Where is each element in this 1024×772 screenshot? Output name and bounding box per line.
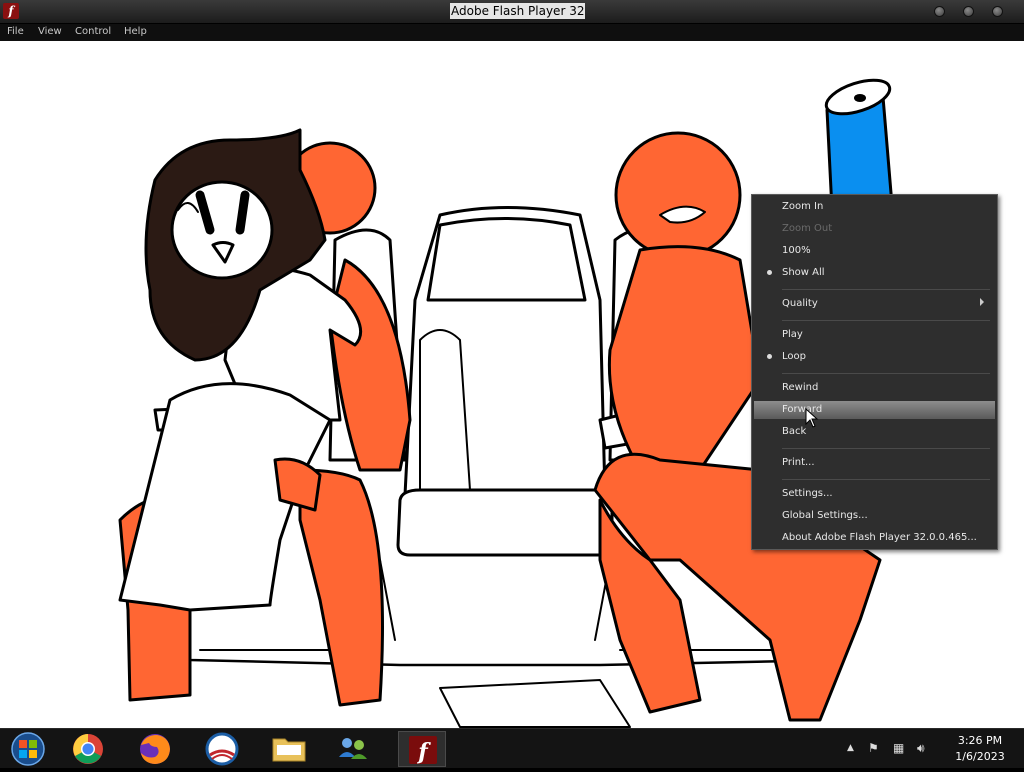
obama-logo-icon[interactable] [198, 731, 246, 767]
clock-date[interactable]: 1/6/2023 [950, 750, 1010, 763]
maximize-button[interactable] [963, 6, 974, 17]
menu-separator [782, 320, 990, 321]
menu-bar: File View Control Help [0, 24, 1024, 41]
menu-item-quality[interactable]: Quality [782, 295, 818, 313]
menu-view[interactable]: View [38, 25, 62, 39]
minimize-button[interactable] [934, 6, 945, 17]
menu-item-settings[interactable]: Settings... [782, 485, 833, 503]
submenu-arrow-icon [980, 298, 984, 306]
menu-item-zoom-in[interactable]: Zoom In [782, 198, 823, 216]
action-center-flag-icon[interactable]: ⚑ [868, 741, 879, 755]
clock-time[interactable]: 3:26 PM [950, 734, 1010, 747]
taskbar: f ▲ ⚑ ▦ 🔊︎ 3:26 PM 1/6/2023 [0, 728, 1024, 768]
menu-control[interactable]: Control [75, 25, 111, 39]
checked-dot-icon [767, 354, 772, 359]
menu-item-print[interactable]: Print... [782, 454, 815, 472]
file-explorer-icon[interactable] [265, 731, 313, 767]
volume-icon[interactable]: 🔊︎ [917, 741, 925, 756]
menu-separator [782, 479, 990, 480]
close-button[interactable] [992, 6, 1003, 17]
window-title: Adobe Flash Player 32 [450, 3, 586, 19]
menu-file[interactable]: File [7, 25, 24, 39]
flash-player-icon[interactable]: f [3, 3, 19, 19]
mouse-cursor-icon [805, 408, 819, 428]
title-bar: f Adobe Flash Player 32 [0, 0, 1024, 24]
windows-start-orb-icon[interactable] [4, 731, 52, 767]
menu-item-back[interactable]: Back [782, 423, 806, 441]
menu-separator [782, 373, 990, 374]
menu-item-zoom-out: Zoom Out [782, 223, 833, 234]
network-people-icon[interactable] [329, 731, 377, 767]
menu-item-about[interactable]: About Adobe Flash Player 32.0.0.465... [782, 529, 977, 547]
network-icon[interactable]: ▦ [893, 741, 904, 755]
menu-item-100-percent[interactable]: 100% [782, 242, 811, 260]
menu-help[interactable]: Help [124, 25, 147, 39]
checked-dot-icon [767, 270, 772, 275]
chrome-icon[interactable] [64, 731, 112, 767]
menu-item-loop[interactable]: Loop [782, 348, 806, 366]
menu-separator [782, 289, 990, 290]
flash-stage[interactable]: Zoom In Zoom Out 100% Show All Quality P… [0, 41, 1024, 728]
flash-player-taskbar-button[interactable]: f [398, 731, 446, 767]
menu-item-global-settings[interactable]: Global Settings... [782, 507, 868, 525]
context-menu: Zoom In Zoom Out 100% Show All Quality P… [751, 194, 998, 550]
firefox-icon[interactable] [131, 731, 179, 767]
flash-player-icon: f [409, 736, 437, 765]
menu-item-show-all[interactable]: Show All [782, 264, 825, 282]
menu-item-play[interactable]: Play [782, 326, 803, 344]
show-hidden-icons-chevron-icon[interactable]: ▲ [847, 743, 854, 753]
menu-item-rewind[interactable]: Rewind [782, 379, 818, 397]
menu-separator [782, 448, 990, 449]
